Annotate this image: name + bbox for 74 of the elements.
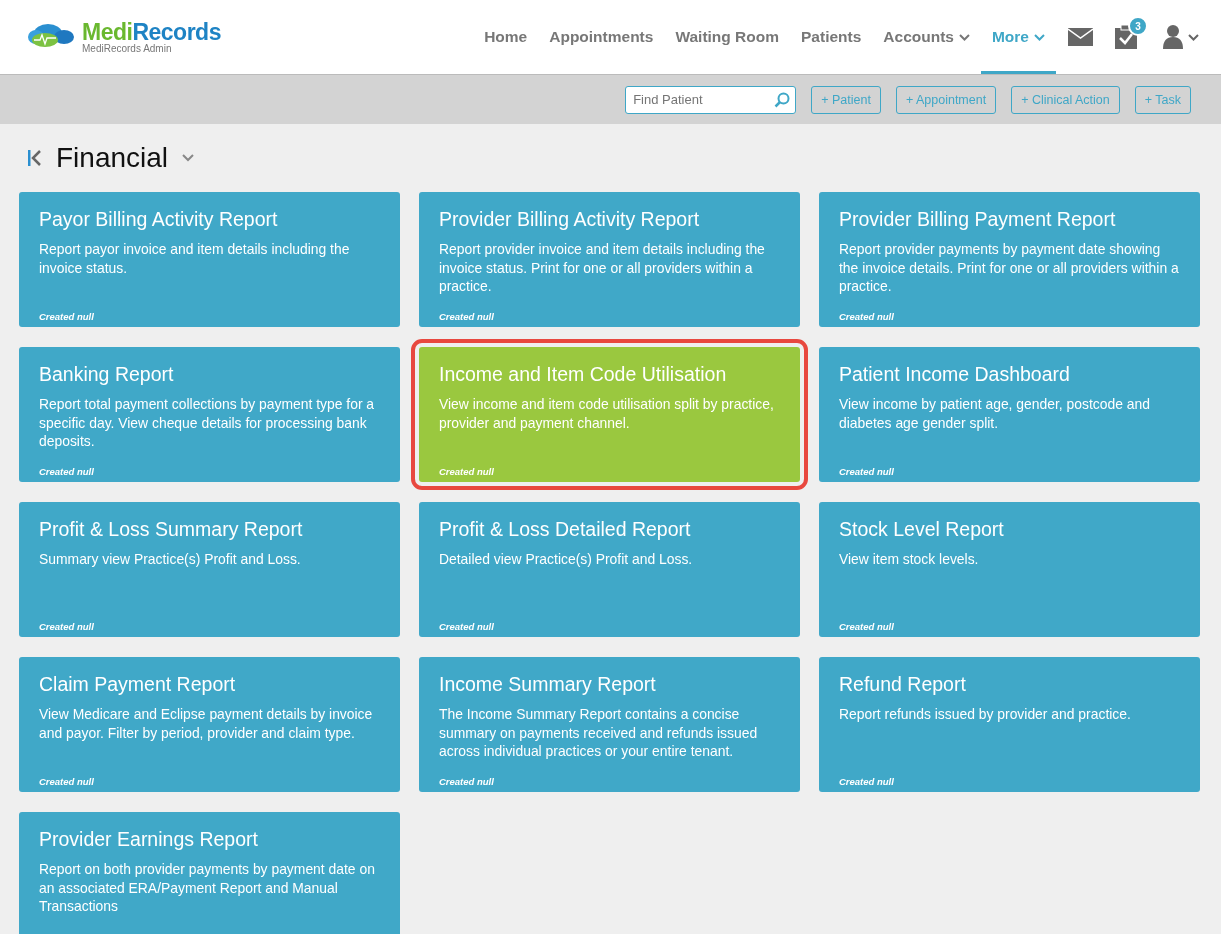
card-title: Provider Billing Payment Report (839, 207, 1117, 231)
card-title: Patient Income Dashboard (839, 362, 1071, 386)
add-button[interactable]: + Patient (811, 85, 881, 114)
card-title: Income Summary Report (439, 672, 657, 696)
report-card[interactable]: Refund Report Report refunds issued by provider and practice. Created null (819, 657, 1200, 792)
card-description: View income and item code utilisation split by practice, provider and payment channel. (439, 395, 775, 432)
add-button[interactable]: + Task (1134, 85, 1191, 114)
report-card[interactable]: Profit & Loss Detailed Report Detailed view Practice(s) Profit and Loss. Created null (419, 502, 800, 637)
report-card[interactable]: Payor Billing Activity Report Report payor invoice and item details including the invoice status. Created null (19, 192, 400, 327)
card-description: Detailed view Practice(s) Profit and Loss. (439, 550, 694, 569)
card-footer: Created null (39, 776, 94, 787)
card-description: Report refunds issued by provider and practice. (839, 705, 1132, 724)
card-description: View item stock levels. (839, 550, 980, 569)
search-field[interactable]: Find Patient (625, 85, 797, 114)
report-card[interactable]: Provider Earnings Report Report on both provider payments by payment date on an associated ERA/Payment Report and Manual Transactions (19, 812, 400, 934)
card-description: The Income Summary Report contains a concise summary on payments received and refunds issued across individual practices or your entire tenant. (439, 705, 759, 761)
card-footer: Created null (839, 621, 894, 632)
user-icon[interactable] (1163, 25, 1183, 49)
add-button[interactable]: + Clinical Action (1011, 85, 1120, 114)
card-title: Profit & Loss Summary Report (39, 517, 304, 541)
report-card[interactable]: Provider Billing Activity Report Report provider invoice and item details including the invoice status. Print for one or all providers within a practice. Created null (419, 192, 800, 327)
mail-icon[interactable] (1068, 28, 1093, 46)
card-footer: Created null (439, 621, 494, 632)
card-title: Provider Billing Activity Report (439, 207, 701, 231)
caret-icon[interactable] (182, 154, 195, 162)
clipboard-check-icon[interactable] (1115, 25, 1137, 49)
card-title: Income and Item Code Utilisation (439, 362, 728, 386)
collapse-icon[interactable] (28, 150, 42, 166)
card-title: Payor Billing Activity Report (39, 207, 279, 231)
card-title: Stock Level Report (839, 517, 1005, 541)
search-icon[interactable] (774, 91, 791, 108)
caret-icon[interactable] (1188, 33, 1199, 41)
card-description: Summary view Practice(s) Profit and Loss. (39, 550, 302, 569)
report-card[interactable]: Claim Payment Report View Medicare and Eclipse payment details by invoice and payor. Filter by period, provider and claim type. Created null (19, 657, 400, 792)
card-description: Report provider payments by payment date showing the invoice details. Print for one or all providers within a practice. (839, 240, 1180, 296)
card-footer: Created null (439, 311, 494, 322)
card-title: Provider Earnings Report (39, 827, 259, 851)
page-title: Financial (56, 142, 169, 174)
card-description: View Medicare and Eclipse payment details by invoice and payor. Filter by period, provider and claim type. (39, 705, 374, 742)
card-footer: Created null (839, 776, 894, 787)
card-title: Banking Report (39, 362, 175, 386)
nav-link[interactable]: Accounts (872, 0, 981, 74)
nav-link[interactable]: Waiting Room (664, 0, 790, 74)
card-footer: Created null (439, 776, 494, 787)
notification-badge: 3 (1128, 16, 1148, 36)
logo-subtitle: MediRecords Admin (82, 44, 173, 54)
report-card[interactable]: Provider Billing Payment Report Report provider payments by payment date showing the invoice details. Print for one or all providers within a practice. Created null (819, 192, 1200, 327)
card-title: Profit & Loss Detailed Report (439, 517, 692, 541)
card-description: Report total payment collections by payment type for a specific day. View cheque details for processing bank deposits. (39, 395, 376, 451)
report-card[interactable]: Banking Report Report total payment collections by payment type for a specific day. View cheque details for processing bank deposits. Created null (19, 347, 400, 482)
card-footer: Created null (439, 466, 494, 477)
brand-logo: MediRecords (82, 20, 221, 44)
card-footer: Created null (39, 466, 94, 477)
report-card[interactable]: Patient Income Dashboard View income by patient age, gender, postcode and diabetes age gender split. Created null (819, 347, 1200, 482)
card-title: Refund Report (839, 672, 967, 696)
add-button[interactable]: + Appointment (895, 85, 997, 114)
card-footer: Created null (39, 311, 94, 322)
caret-icon[interactable] (1034, 33, 1045, 41)
card-footer: Created null (39, 621, 94, 632)
cloud-logo-icon (28, 22, 76, 48)
card-description: View income by patient age, gender, postcode and diabetes age gender split. (839, 395, 1151, 432)
card-description: Report on both provider payments by payment date on an associated ERA/Payment Report and Manual Transactions (39, 860, 376, 916)
card-description: Report provider invoice and item details including the invoice status. Print for one or all providers within a practice. (439, 240, 766, 296)
report-card[interactable]: Income Summary Report The Income Summary Report contains a concise summary on payments received and refunds issued across individual practices or your entire tenant. Created null (419, 657, 800, 792)
nav-link[interactable]: Appointments (538, 0, 665, 74)
card-footer: Created null (839, 466, 894, 477)
report-card[interactable]: Stock Level Report View item stock levels. Created null (819, 502, 1200, 637)
caret-icon[interactable] (958, 33, 970, 41)
nav-link[interactable]: Patients (790, 0, 873, 74)
card-description: Report payor invoice and item details including the invoice status. (39, 240, 351, 277)
report-card[interactable]: Profit & Loss Summary Report Summary view Practice(s) Profit and Loss. Created null (19, 502, 400, 637)
card-footer: Created null (839, 311, 894, 322)
nav-link[interactable]: Home (473, 0, 539, 74)
card-title: Claim Payment Report (39, 672, 237, 696)
